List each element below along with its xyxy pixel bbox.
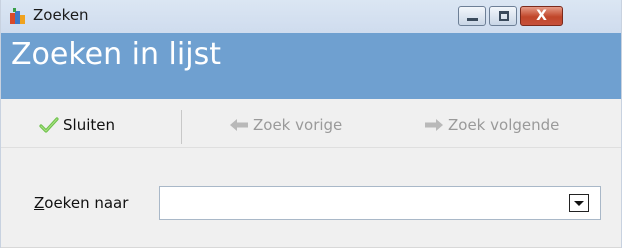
checkmark-icon [39,117,59,133]
close-icon: X [536,8,547,24]
window-title: Zoeken [33,6,89,24]
title-bar[interactable]: Zoeken X [1,0,621,33]
search-label: Zoeken naar [34,194,128,212]
find-previous-label: Zoek vorige [253,116,343,134]
arrow-right-icon [425,119,443,131]
search-combobox[interactable] [159,186,601,220]
find-next-label: Zoek volgende [448,116,560,134]
app-icon [10,8,25,24]
search-label-accelerator: Z [34,194,45,212]
chevron-down-icon [574,201,584,206]
dropdown-button[interactable] [569,194,589,212]
minimize-icon [467,18,478,21]
toolbar-separator [181,110,182,144]
close-button[interactable]: X [520,6,563,26]
search-dialog: Zoeken X Zoeken in lijst Sluiten Zoek vo… [0,0,622,248]
search-input[interactable] [162,189,572,217]
page-title: Zoeken in lijst [11,37,221,72]
close-dialog-label: Sluiten [63,116,115,134]
maximize-icon [499,11,509,21]
toolbar-divider [1,147,621,148]
maximize-button[interactable] [489,6,517,26]
minimize-button[interactable] [458,6,486,26]
arrow-left-icon [230,119,248,131]
search-label-text: oeken naar [44,194,129,212]
